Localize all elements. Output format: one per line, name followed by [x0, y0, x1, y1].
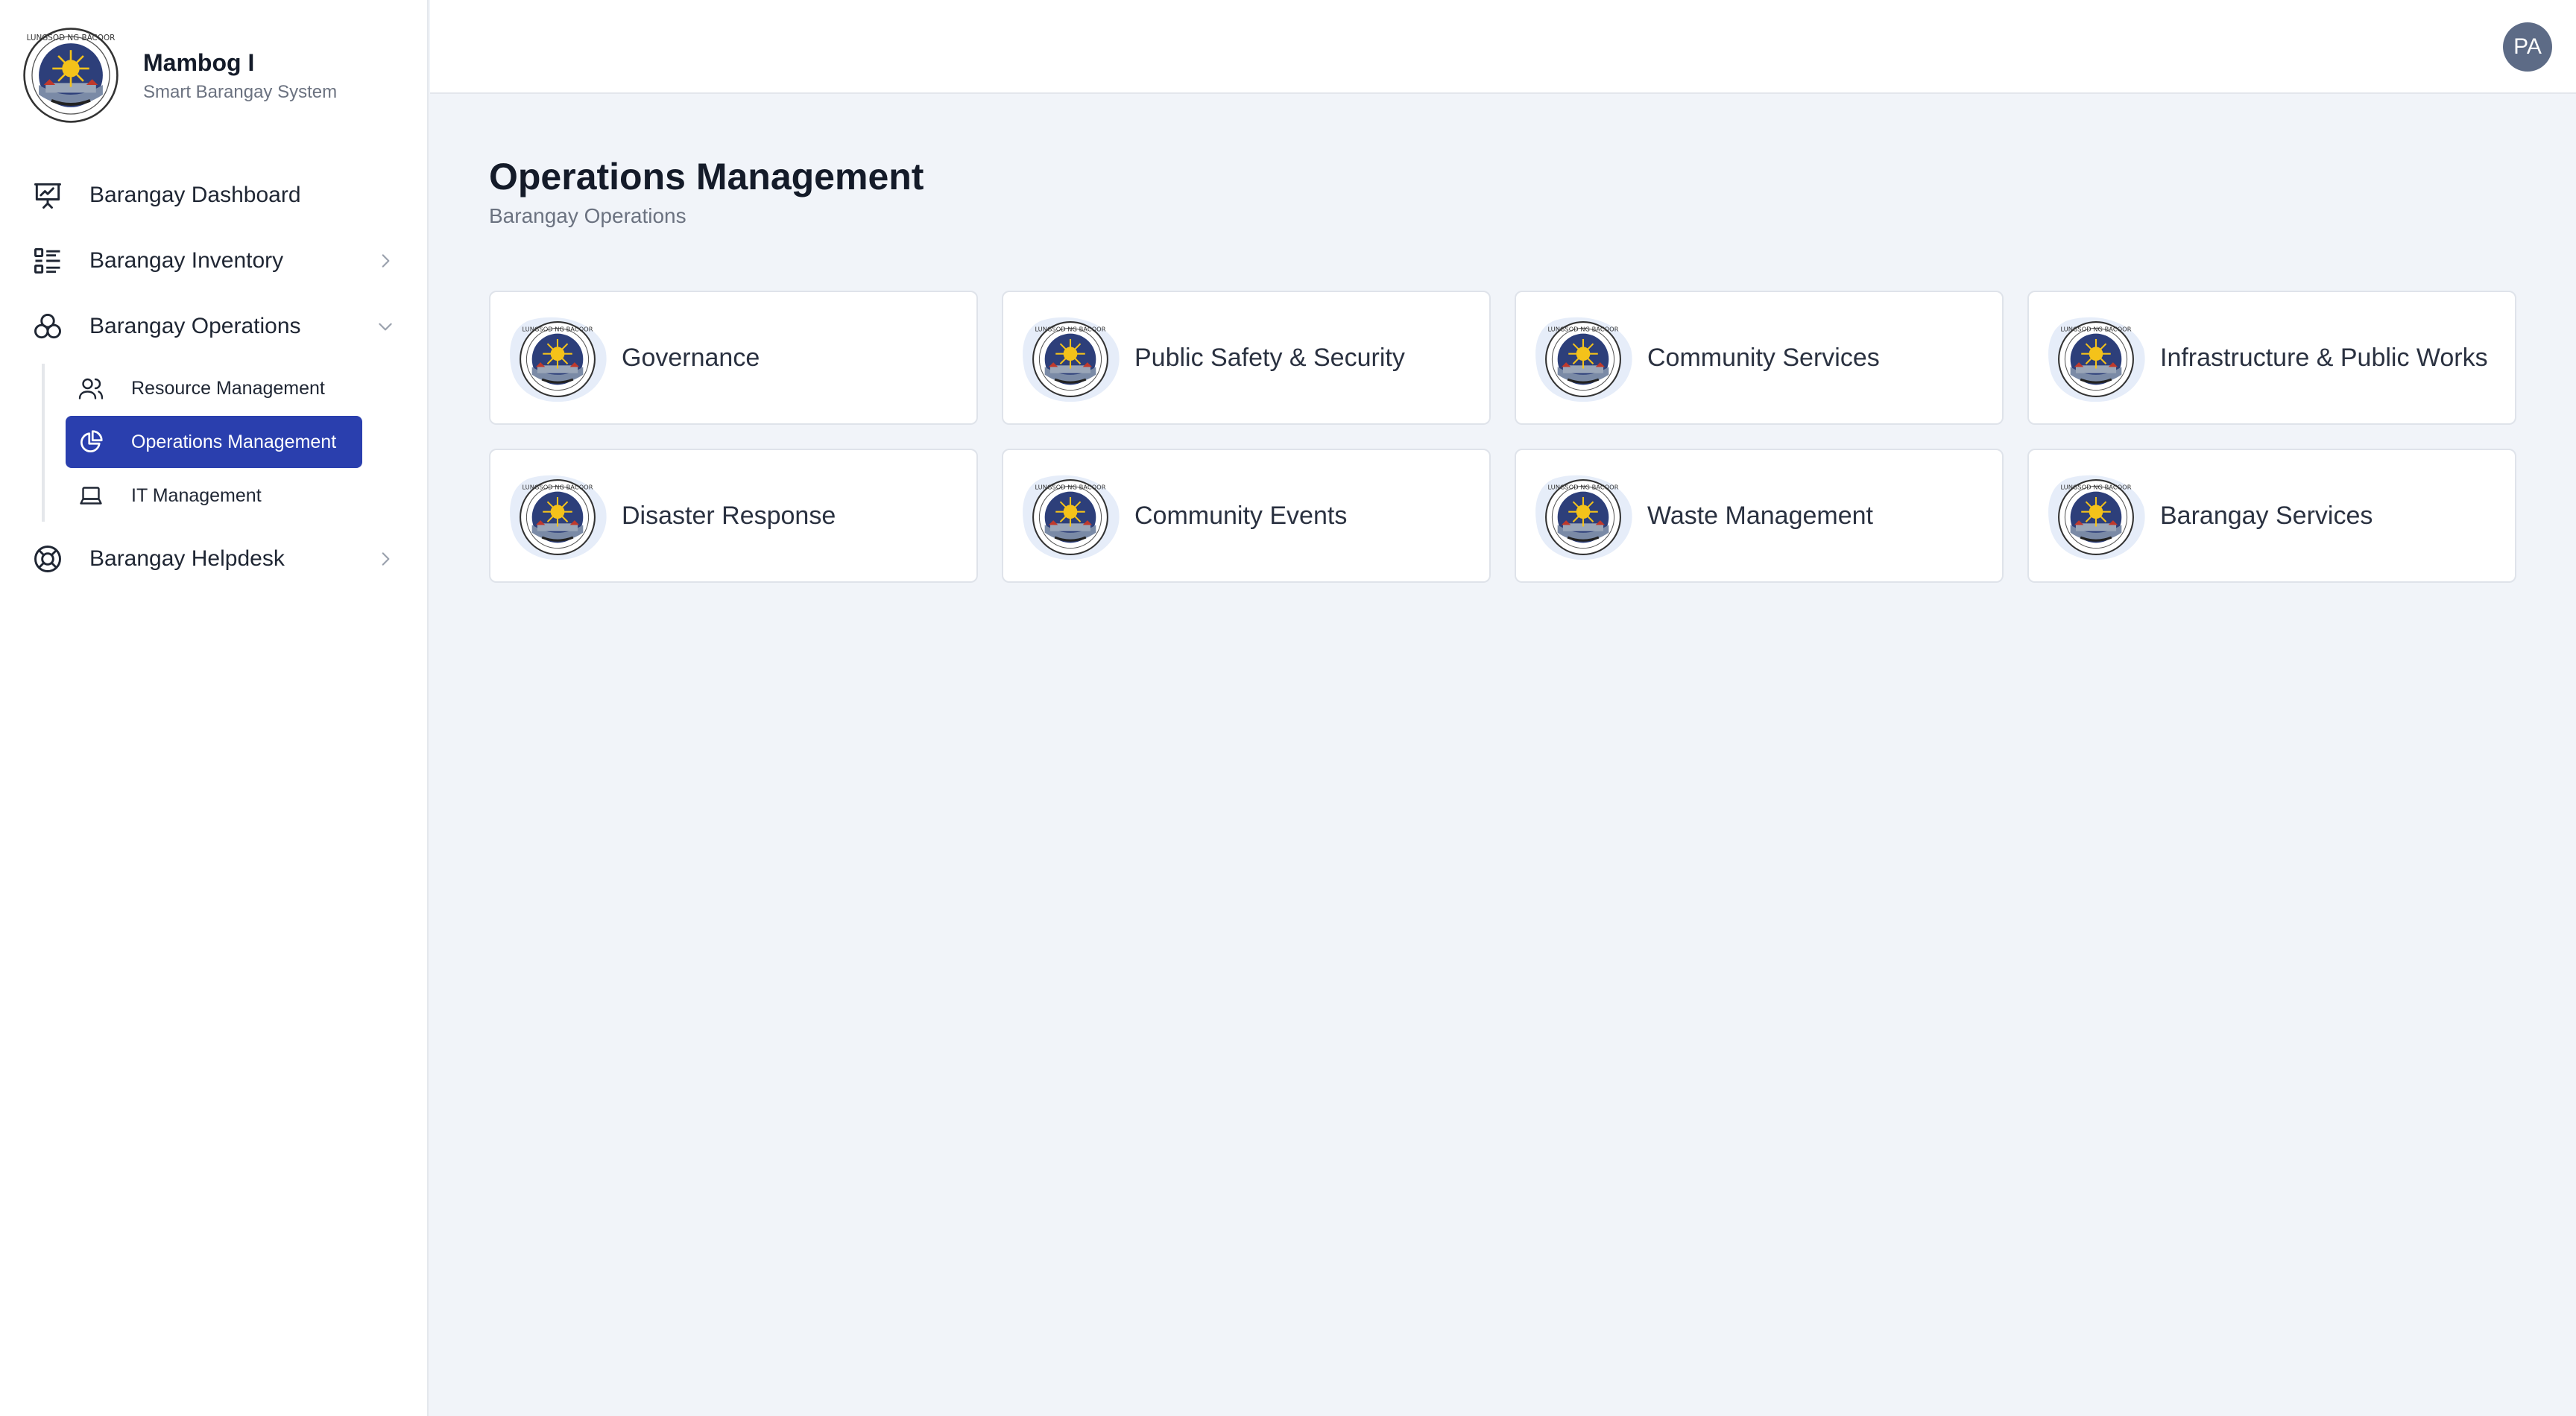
subnav-guide-line: [42, 364, 45, 522]
sidebar-item-label: Barangay Inventory: [89, 248, 284, 273]
laptop-icon: [80, 487, 102, 505]
chevron-right-icon: [376, 251, 395, 271]
card-governance[interactable]: Governance: [489, 291, 978, 425]
sidebar-item-inventory[interactable]: Barangay Inventory: [0, 230, 429, 292]
barangay-seal-icon: [2057, 478, 2135, 556]
card-label: Governance: [622, 344, 760, 372]
sidebar-subitem-resource-management[interactable]: Resource Management: [66, 362, 362, 414]
card-infrastructure[interactable]: Infrastructure & Public Works: [2027, 291, 2516, 425]
sidebar-item-operations[interactable]: Barangay Operations: [0, 295, 429, 358]
card-label: Community Events: [1134, 502, 1348, 530]
sidebar: Mambog I Smart Barangay System Barangay …: [0, 0, 429, 1416]
barangay-seal-icon: [519, 478, 596, 556]
sidebar-subitem-label: IT Management: [131, 484, 262, 506]
chevron-down-icon: [376, 317, 395, 336]
presentation-chart-icon: [34, 183, 61, 209]
brand-subtitle: Smart Barangay System: [143, 82, 338, 102]
barangay-seal-logo: [22, 27, 119, 124]
card-community-services[interactable]: Community Services: [1515, 291, 2004, 425]
sidebar-item-helpdesk[interactable]: Barangay Helpdesk: [0, 528, 429, 590]
sidebar-item-label: Barangay Helpdesk: [89, 546, 285, 571]
sidebar-item-label: Barangay Dashboard: [89, 183, 301, 207]
card-public-safety[interactable]: Public Safety & Security: [1002, 291, 1491, 425]
card-label: Public Safety & Security: [1134, 344, 1405, 372]
sidebar-subitem-it-management[interactable]: IT Management: [66, 470, 362, 522]
sidebar-subitem-label: Operations Management: [131, 431, 337, 452]
card-label: Community Services: [1647, 344, 1880, 372]
barangay-seal-icon: [2057, 320, 2135, 398]
card-waste-management[interactable]: Waste Management: [1515, 449, 2004, 583]
brand[interactable]: Mambog I Smart Barangay System: [22, 27, 337, 124]
users-icon: [78, 378, 104, 399]
cubes-icon: [34, 313, 61, 339]
card-label: Waste Management: [1647, 502, 1873, 530]
chevron-right-icon: [376, 549, 395, 569]
card-community-events[interactable]: Community Events: [1002, 449, 1491, 583]
card-label: Disaster Response: [622, 502, 836, 530]
brand-text: Mambog I Smart Barangay System: [143, 48, 337, 103]
page-title: Operations Management: [489, 156, 924, 197]
barangay-seal-icon: [519, 320, 596, 398]
barangay-seal-icon: [1032, 320, 1109, 398]
barangay-seal-icon: [1544, 478, 1622, 556]
page-subtitle: Barangay Operations: [489, 204, 686, 227]
sidebar-subitem-operations-management[interactable]: Operations Management: [66, 416, 362, 468]
pie-chart-icon: [80, 430, 103, 452]
sidebar-item-label: Barangay Operations: [89, 314, 301, 338]
sidebar-item-dashboard[interactable]: Barangay Dashboard: [0, 164, 429, 227]
top-bar: PA: [430, 0, 2576, 94]
barangay-seal-icon: [1032, 478, 1109, 556]
lifebuoy-icon: [34, 546, 61, 572]
list-icon: [34, 247, 60, 274]
card-disaster-response[interactable]: Disaster Response: [489, 449, 978, 583]
sidebar-subitem-label: Resource Management: [131, 377, 325, 399]
brand-name: Mambog I: [143, 49, 255, 76]
card-label: Barangay Services: [2160, 502, 2373, 530]
card-label: Infrastructure & Public Works: [2160, 344, 2488, 372]
barangay-seal-icon: [1544, 320, 1622, 398]
card-barangay-services[interactable]: Barangay Services: [2027, 449, 2516, 583]
user-avatar[interactable]: PA: [2503, 22, 2552, 72]
